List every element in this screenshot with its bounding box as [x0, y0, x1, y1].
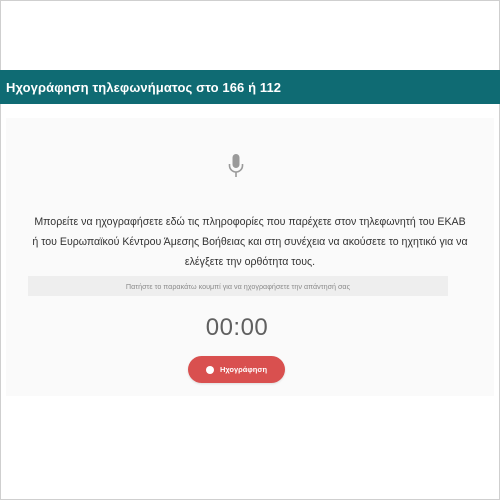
record-button-label: Ηχογράφηση	[219, 365, 268, 374]
header-bar: Ηχογράφηση τηλεφωνήματος στο 166 ή 112	[0, 70, 500, 104]
record-dot-icon	[205, 365, 214, 374]
page-title: Ηχογράφηση τηλεφωνήματος στο 166 ή 112	[6, 79, 282, 95]
microphone-icon	[227, 153, 245, 179]
record-button[interactable]: Ηχογράφηση	[188, 356, 285, 383]
hint-strip: Πατήστε το παρακάτω κουμπί για να ηχογρα…	[28, 276, 448, 296]
hint-text: Πατήστε το παρακάτω κουμπί για να ηχογρα…	[125, 281, 351, 291]
recording-timer: 00:00	[205, 314, 269, 341]
info-text: Μπορείτε να ηχογραφήσετε εδώ τις πληροφο…	[32, 216, 468, 268]
